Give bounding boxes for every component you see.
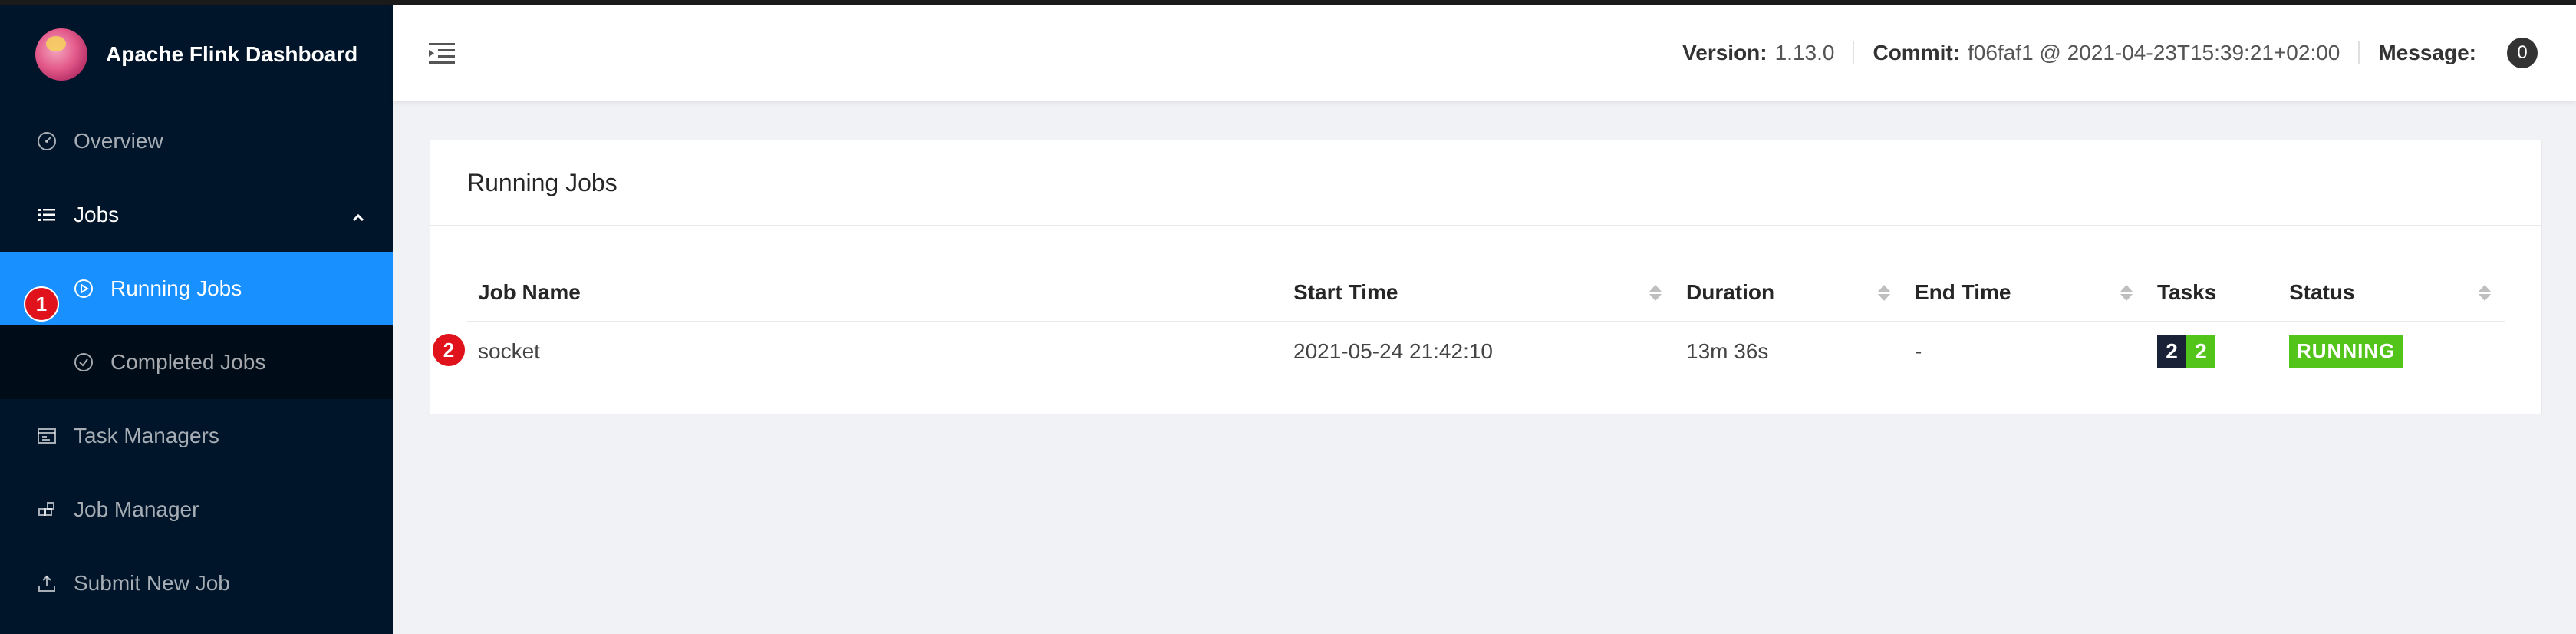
sidebar-item-overview[interactable]: Overview <box>0 104 393 178</box>
play-circle-icon <box>72 277 95 300</box>
column-header-duration[interactable]: Duration <box>1675 263 1904 322</box>
annotation-marker-1: 1 <box>24 286 59 322</box>
tasks-total-badge: 2 <box>2157 335 2186 368</box>
divider <box>2358 41 2360 64</box>
duration-cell: 13m 36s <box>1686 338 1769 363</box>
annotation-marker-2: 2 <box>431 332 466 368</box>
commit-label: Commit: <box>1873 41 1961 64</box>
sidebar-item-task-managers[interactable]: Task Managers <box>0 399 393 473</box>
running-jobs-card: Running Jobs Job Name Start Time Duratio… <box>430 140 2542 414</box>
divider <box>1853 41 1855 64</box>
sidebar-item-completed-jobs[interactable]: Completed Jobs <box>0 325 393 399</box>
column-header-tasks: Tasks <box>2146 263 2278 322</box>
app-title: Apache Flink Dashboard <box>106 42 358 66</box>
sidebar-item-label: Task Managers <box>74 424 219 447</box>
column-header-start-time[interactable]: Start Time <box>1283 263 1675 322</box>
jobs-submenu: Running Jobs Completed Jobs <box>0 252 393 399</box>
sidebar-item-label: Job Manager <box>74 497 199 521</box>
header: Version: 1.13.0 Commit: f06faf1 @ 2021-0… <box>393 5 2576 101</box>
check-circle-icon <box>72 351 95 374</box>
column-header-end-time[interactable]: End Time <box>1904 263 2146 322</box>
upload-icon <box>35 572 58 595</box>
sidebar-item-label: Running Jobs <box>110 276 242 300</box>
column-header-status[interactable]: Status <box>2278 263 2505 322</box>
commit-value: f06faf1 @ 2021-04-23T15:39:21+02:00 <box>1968 41 2340 64</box>
sidebar-menu: Overview Jobs Running Jobs Completed Job… <box>0 104 393 620</box>
version-label: Version: <box>1682 41 1767 64</box>
sort-icon[interactable] <box>2120 285 2133 301</box>
top-border <box>0 0 2576 5</box>
menu-fold-icon[interactable] <box>427 38 457 68</box>
version-value: 1.13.0 <box>1774 41 1835 64</box>
sidebar-item-jobs[interactable]: Jobs <box>0 178 393 252</box>
message-count-badge[interactable]: 0 <box>2507 38 2538 68</box>
table-row[interactable]: socket 2021-05-24 21:42:10 13m 36s - 2 2… <box>467 322 2505 380</box>
start-time-cell: 2021-05-24 21:42:10 <box>1293 338 1493 363</box>
chevron-up-icon[interactable] <box>351 206 365 230</box>
sort-icon[interactable] <box>2479 285 2491 301</box>
jobs-table: Job Name Start Time Duration End Time Ta… <box>467 263 2505 380</box>
sidebar-item-label: Submit New Job <box>74 571 230 595</box>
column-header-job-name: Job Name <box>467 263 1283 322</box>
sidebar: Apache Flink Dashboard Overview Jobs Run… <box>0 5 393 634</box>
task-count-badges: 2 2 <box>2157 335 2215 368</box>
tasks-cell: 2 2 <box>2146 322 2278 380</box>
dashboard-icon <box>35 130 58 153</box>
card-title: Running Jobs <box>430 140 2541 226</box>
status-badge: RUNNING <box>2289 335 2403 368</box>
message-label: Message: <box>2378 41 2476 64</box>
list-icon <box>35 203 58 226</box>
sidebar-item-submit-new-job[interactable]: Submit New Job <box>0 546 393 620</box>
end-time-cell: - <box>1915 338 1922 363</box>
sidebar-item-label: Jobs <box>74 203 120 226</box>
cluster-info: Version: 1.13.0 Commit: f06faf1 @ 2021-0… <box>1682 38 2576 68</box>
status-cell: RUNNING <box>2278 322 2505 380</box>
sidebar-item-running-jobs[interactable]: Running Jobs <box>0 252 393 325</box>
sort-icon[interactable] <box>1878 285 1890 301</box>
sort-icon[interactable] <box>1649 285 1662 301</box>
logo[interactable]: Apache Flink Dashboard <box>0 5 393 104</box>
sidebar-item-label: Overview <box>74 129 163 153</box>
schedule-icon <box>35 424 58 447</box>
job-name-cell[interactable]: socket <box>467 322 1283 380</box>
sidebar-item-label: Completed Jobs <box>110 350 266 374</box>
flink-logo-icon <box>35 28 87 81</box>
table-header-row: Job Name Start Time Duration End Time Ta… <box>467 263 2505 322</box>
sidebar-item-job-manager[interactable]: Job Manager <box>0 473 393 546</box>
build-icon <box>35 498 58 521</box>
tasks-running-badge: 2 <box>2186 335 2215 368</box>
